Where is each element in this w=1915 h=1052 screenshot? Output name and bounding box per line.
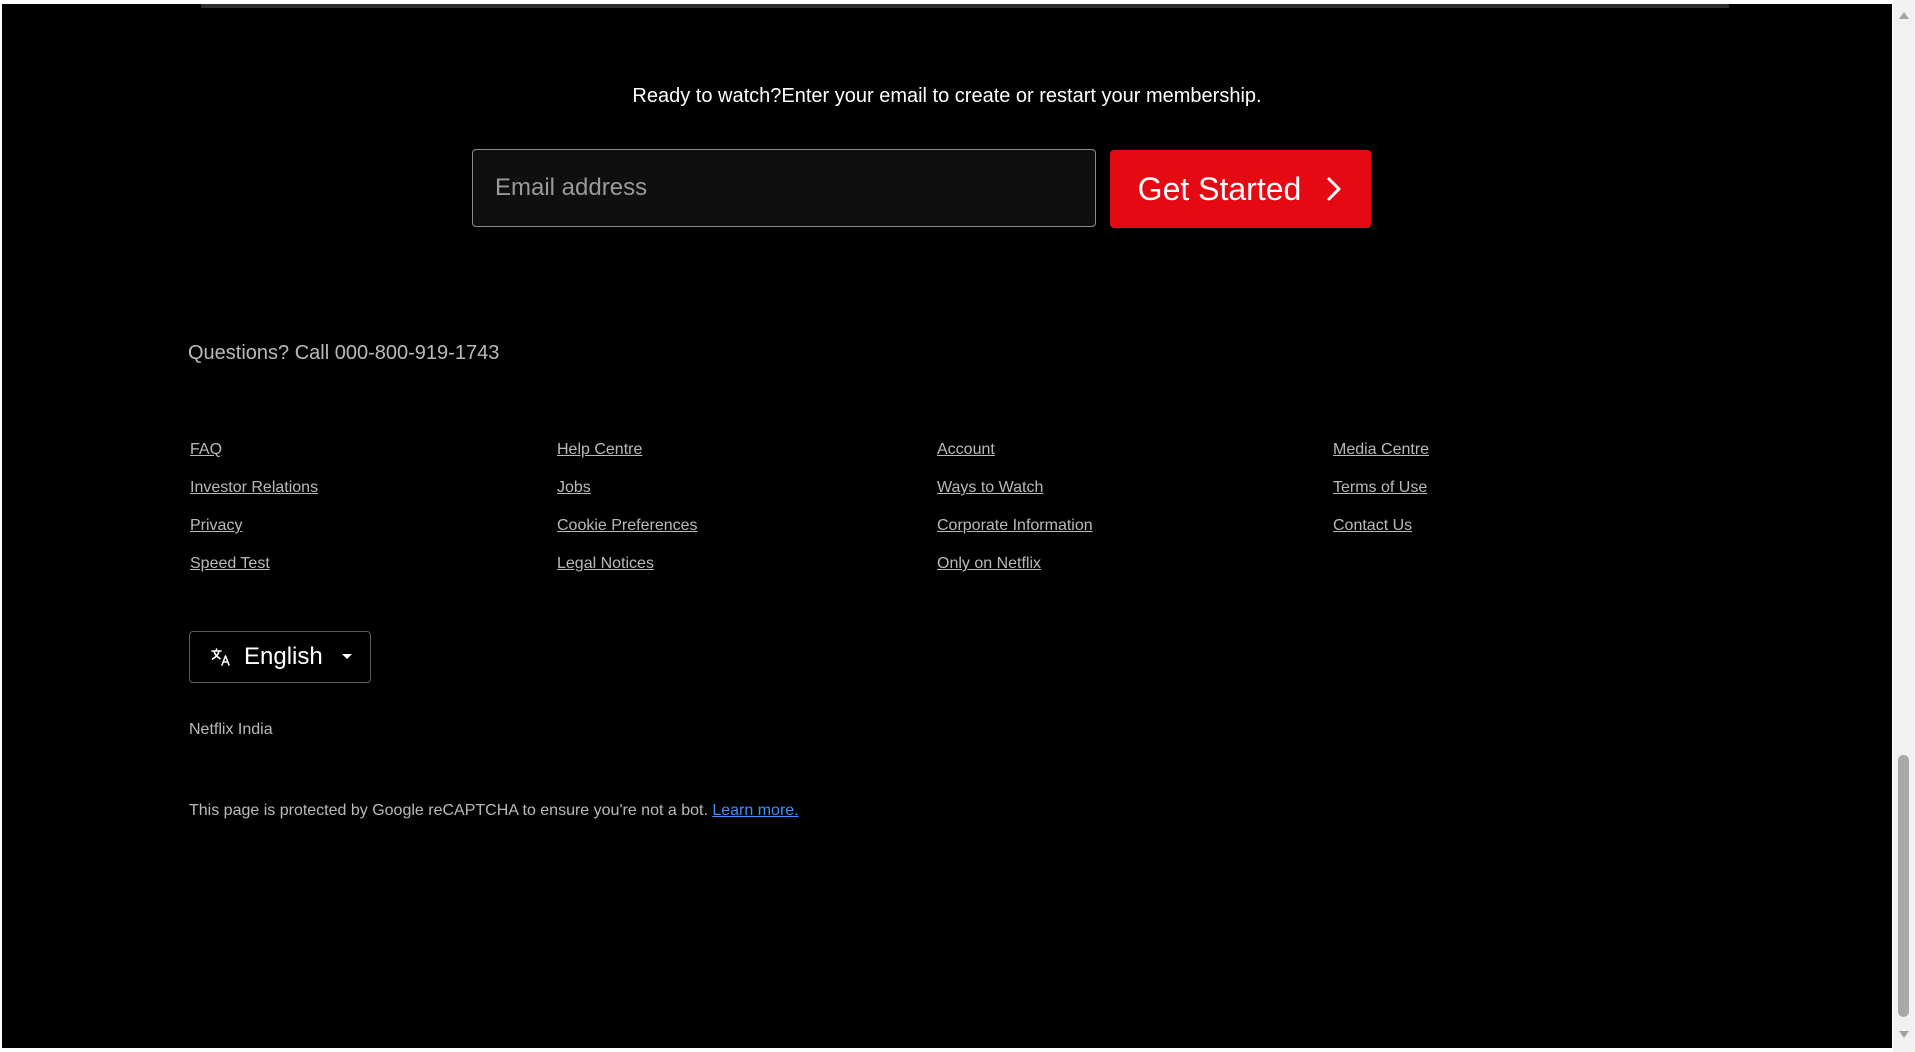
- translate-icon: [211, 648, 230, 666]
- window-bottom-edge: [0, 1048, 1893, 1052]
- learn-more-link[interactable]: Learn more.: [712, 802, 798, 819]
- footer-link-terms-of-use[interactable]: Terms of Use: [1333, 479, 1429, 517]
- country-label: Netflix India: [189, 721, 273, 738]
- footer-link-contact-us[interactable]: Contact Us: [1333, 517, 1429, 555]
- section-divider: [201, 4, 1729, 8]
- footer-link-privacy[interactable]: Privacy: [190, 517, 318, 555]
- get-started-button[interactable]: Get Started: [1110, 150, 1371, 228]
- footer-link-speed-test[interactable]: Speed Test: [190, 555, 318, 593]
- page-viewport: Ready to watch?Enter your email to creat…: [2, 4, 1892, 1048]
- footer-column-1: FAQ Investor Relations Privacy Speed Tes…: [190, 441, 318, 593]
- recaptcha-notice: This page is protected by Google reCAPTC…: [189, 801, 799, 821]
- footer-column-3: Account Ways to Watch Corporate Informat…: [937, 441, 1093, 593]
- questions-contact: Questions? Call 000-800-919-1743: [188, 341, 499, 365]
- caret-down-icon: [341, 654, 352, 659]
- language-select[interactable]: English: [189, 631, 371, 683]
- scroll-up-arrow-icon[interactable]: [1898, 10, 1910, 20]
- footer-link-account[interactable]: Account: [937, 441, 1093, 479]
- footer-link-cookie-preferences[interactable]: Cookie Preferences: [557, 517, 698, 555]
- chevron-right-icon: [1327, 177, 1341, 201]
- footer-link-media-centre[interactable]: Media Centre: [1333, 441, 1429, 479]
- recaptcha-text: This page is protected by Google reCAPTC…: [189, 802, 708, 819]
- email-input[interactable]: [472, 149, 1096, 227]
- scrollbar-thumb[interactable]: [1898, 755, 1909, 1017]
- footer-link-jobs[interactable]: Jobs: [557, 479, 698, 517]
- footer-link-investor-relations[interactable]: Investor Relations: [190, 479, 318, 517]
- get-started-label: Get Started: [1137, 170, 1302, 207]
- footer-column-4: Media Centre Terms of Use Contact Us: [1333, 441, 1429, 555]
- footer-link-help-centre[interactable]: Help Centre: [557, 441, 698, 479]
- footer-link-corporate-information[interactable]: Corporate Information: [937, 517, 1093, 555]
- footer-link-ways-to-watch[interactable]: Ways to Watch: [937, 479, 1093, 517]
- footer-link-legal-notices[interactable]: Legal Notices: [557, 555, 698, 593]
- language-label: English: [244, 643, 323, 670]
- phone-link[interactable]: Questions? Call 000-800-919-1743: [188, 342, 499, 364]
- vertical-scrollbar[interactable]: [1893, 0, 1915, 1052]
- scroll-down-arrow-icon[interactable]: [1898, 1030, 1910, 1040]
- footer-link-only-on-netflix[interactable]: Only on Netflix: [937, 555, 1093, 593]
- footer-column-2: Help Centre Jobs Cookie Preferences Lega…: [557, 441, 698, 593]
- cta-heading: Ready to watch?Enter your email to creat…: [632, 85, 1262, 107]
- footer-link-faq[interactable]: FAQ: [190, 441, 318, 479]
